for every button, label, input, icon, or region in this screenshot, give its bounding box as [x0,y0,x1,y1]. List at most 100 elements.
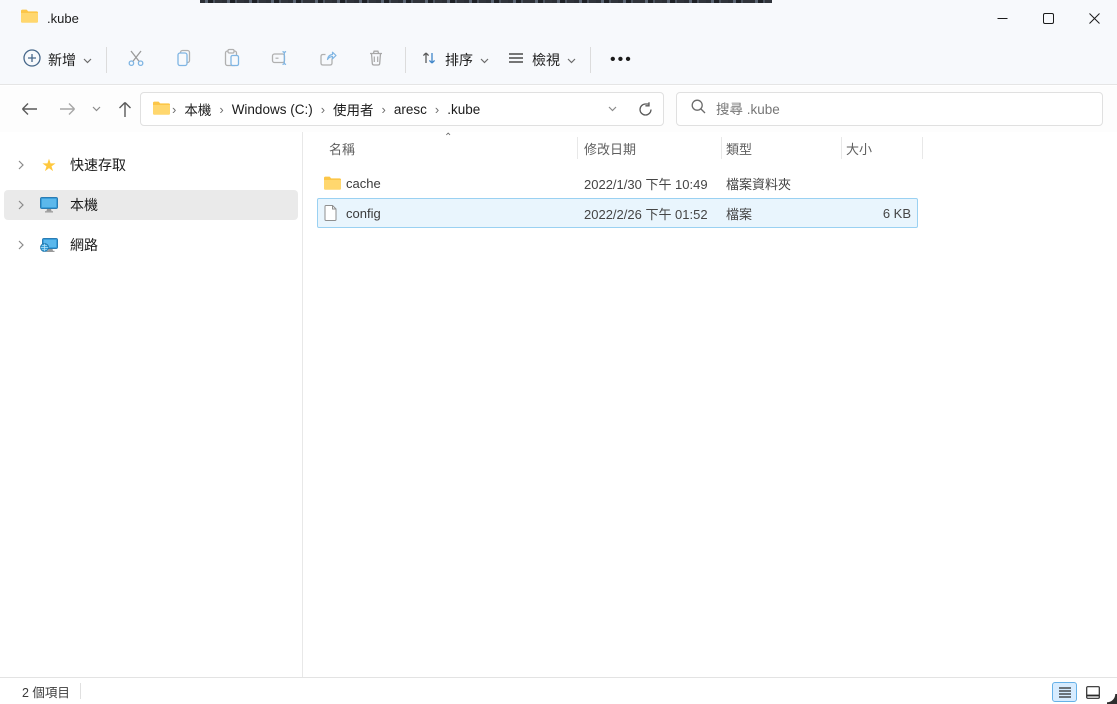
folder-icon [324,176,341,190]
sort-arrows-icon [420,49,438,72]
breadcrumb-aresc[interactable]: aresc [388,102,433,117]
chevron-down-icon [480,51,489,69]
copy-button[interactable] [160,42,208,78]
title-bar: .kube [0,0,1117,36]
navigation-bar: › 本機 › Windows (C:) › 使用者 › aresc › .kub… [0,86,1117,132]
column-header-name[interactable]: 名稱 [329,139,355,158]
close-button[interactable] [1071,0,1117,36]
sort-button-label: 排序 [445,50,473,70]
rename-icon [270,48,290,73]
chevron-down-icon [567,51,576,69]
scissors-icon [126,48,146,73]
file-type: 檔案 [726,204,752,223]
copy-icon [174,48,194,73]
breadcrumb-kube[interactable]: .kube [441,102,486,117]
chevron-down-icon [83,51,92,69]
recent-locations-chevron[interactable] [84,92,108,126]
file-date: 2022/1/30 下午 10:49 [584,174,708,193]
view-button-label: 檢視 [532,50,560,70]
breadcrumb-users[interactable]: 使用者 [327,99,380,119]
breadcrumb-separator: › [170,102,178,117]
chevron-right-icon[interactable] [4,240,38,250]
item-count: 2 個項目 [22,682,70,701]
column-divider[interactable] [922,137,923,159]
search-input[interactable] [716,102,1056,117]
delete-button[interactable] [352,42,400,78]
file-date: 2022/2/26 下午 01:52 [584,204,708,223]
column-divider[interactable] [577,137,578,159]
file-row-config[interactable]: config 2022/2/26 下午 01:52 檔案 6 KB [303,198,1117,228]
large-icons-view-toggle[interactable] [1080,682,1105,702]
trash-icon [366,48,386,73]
chevron-right-icon[interactable] [4,160,38,170]
list-lines-icon [507,49,525,72]
column-header-date[interactable]: 修改日期 [584,139,636,158]
up-button[interactable] [108,92,142,126]
share-icon [318,48,338,73]
maximize-button[interactable] [1025,0,1071,36]
rename-button[interactable] [256,42,304,78]
address-bar[interactable]: › 本機 › Windows (C:) › 使用者 › aresc › .kub… [140,92,664,126]
cut-button[interactable] [112,42,160,78]
column-divider[interactable] [721,137,722,159]
breadcrumb-separator: › [380,102,388,117]
column-header-type[interactable]: 類型 [726,139,752,158]
paste-icon [222,48,242,73]
sidebar-item-this-pc[interactable]: 本機 [4,190,298,220]
paste-button[interactable] [208,42,256,78]
sidebar-item-label: 網路 [70,235,98,255]
new-button[interactable]: 新增 [14,42,101,78]
back-button[interactable] [12,92,46,126]
minimize-button[interactable] [979,0,1025,36]
column-header-row: ⌃ 名稱 修改日期 類型 大小 [303,132,1117,162]
window-corner-artifact [1107,694,1117,704]
folder-icon [21,9,38,28]
star-icon: ★ [38,157,60,174]
sidebar-item-quick-access[interactable]: ★ 快速存取 [4,150,298,180]
new-button-label: 新增 [48,50,76,70]
address-dropdown-chevron[interactable] [597,92,627,126]
status-divider [80,683,81,699]
file-explorer-window: .kube 新增 [0,0,1117,704]
breadcrumb-separator: › [319,102,327,117]
share-button[interactable] [304,42,352,78]
background-artifact [200,0,772,3]
navigation-pane: ★ 快速存取 本機 網路 [0,132,303,677]
sidebar-item-label: 本機 [70,195,98,215]
file-size: 6 KB [841,206,911,221]
toolbar-divider [590,47,591,73]
breadcrumb-this-pc[interactable]: 本機 [178,99,217,119]
window-title: .kube [47,11,79,26]
file-type: 檔案資料夾 [726,174,791,193]
file-list-pane: ⌃ 名稱 修改日期 類型 大小 cache 2022/1/30 下午 10:49… [303,132,1117,677]
status-bar: 2 個項目 [0,677,1117,704]
file-name: cache [346,176,381,191]
file-name: config [346,206,381,221]
search-icon [691,99,706,119]
search-box[interactable] [676,92,1103,126]
explorer-body: ★ 快速存取 本機 網路 [0,132,1117,677]
sidebar-item-network[interactable]: 網路 [4,230,298,260]
command-toolbar: 新增 [0,36,1117,85]
breadcrumb-windows-c[interactable]: Windows (C:) [226,102,319,117]
column-header-size[interactable]: 大小 [846,139,872,158]
file-icon [324,205,341,221]
chevron-right-icon[interactable] [4,200,38,210]
plus-circle-icon [23,49,41,72]
refresh-icon[interactable] [627,92,663,126]
view-button[interactable]: 檢視 [498,42,585,78]
breadcrumb-separator: › [433,102,441,117]
sort-button[interactable]: 排序 [411,42,498,78]
more-options-button[interactable]: ••• [596,51,647,69]
network-icon [38,237,60,253]
breadcrumb-separator: › [217,102,225,117]
toolbar-divider [405,47,406,73]
file-row-cache[interactable]: cache 2022/1/30 下午 10:49 檔案資料夾 [303,168,1117,198]
forward-button[interactable] [50,92,84,126]
toolbar-divider [106,47,107,73]
sidebar-item-label: 快速存取 [70,155,126,175]
folder-icon [153,101,170,118]
column-divider[interactable] [841,137,842,159]
sort-ascending-icon: ⌃ [444,132,452,143]
details-view-toggle[interactable] [1052,682,1077,702]
